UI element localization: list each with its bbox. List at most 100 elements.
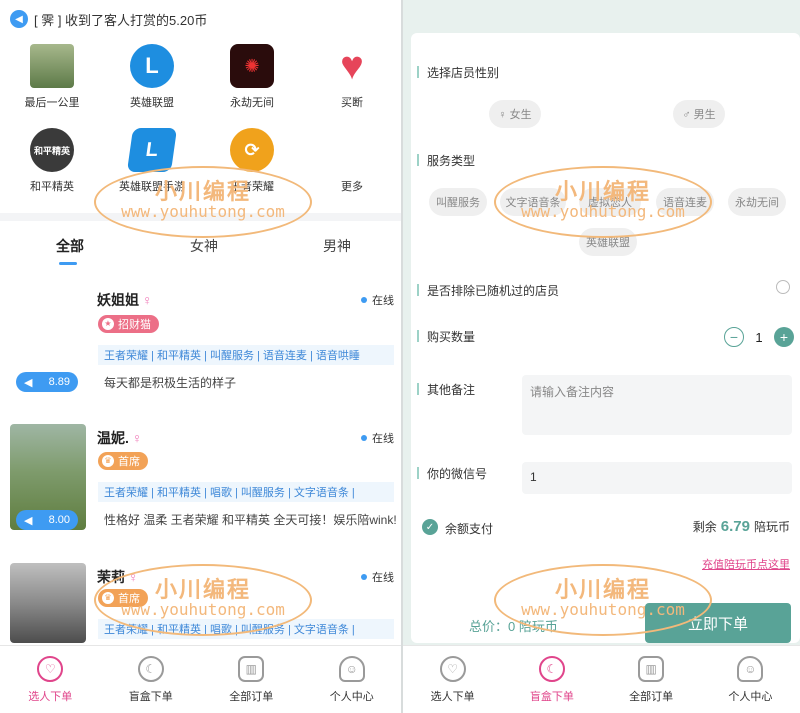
badge-text: 首席 (118, 593, 140, 605)
service-option[interactable]: 永劫无间 (728, 188, 786, 216)
game-label: 英雄联盟手游 (119, 181, 185, 193)
minus-icon[interactable]: − (724, 327, 744, 347)
service-option[interactable]: 虚拟恋人 (579, 188, 641, 216)
exclude-label: 是否排除已随机过的店员 (416, 284, 560, 298)
category-tabs: 全部 女神 男神 (0, 232, 402, 268)
game-label: 买断 (341, 97, 363, 109)
nav-profile[interactable]: ☺ 个人中心 (701, 646, 800, 713)
service-option[interactable]: 英雄联盟 (579, 228, 637, 256)
more-icon (330, 128, 374, 172)
nav-blindbox-order[interactable]: ☾ 盲盒下单 (502, 646, 601, 713)
list-item[interactable]: 茉莉 ♀ 在线 ♛ 首席 王者荣耀 | 和平精英 | 唱歌 | 叫醒服务 | 文字语… (0, 563, 402, 643)
quantity-stepper: − 1 + (724, 325, 794, 349)
recharge-link[interactable]: 充值陪玩币点这里 (702, 556, 790, 572)
wechat-label: 你的微信号 (416, 467, 488, 481)
balance-unit: 陪玩币 (753, 520, 790, 534)
game-item-last-km[interactable]: 最后一公里 (2, 44, 102, 110)
nav-profile[interactable]: ☺ 个人中心 (302, 646, 403, 713)
member-name-text: 温妮. (97, 430, 129, 446)
skill-tags: 王者荣耀 | 和平精英 | 唱歌 | 叫醒服务 | 文字语音条 | (98, 619, 394, 639)
voice-duration: 8.89 (48, 376, 70, 388)
nav-label: 个人中心 (728, 691, 773, 703)
voice-button[interactable]: ◀ 8.89 (16, 372, 78, 392)
game-item-hok[interactable]: ⟳ 王者荣耀 (202, 128, 302, 194)
female-icon: ♀ (131, 430, 143, 446)
status-text: 在线 (372, 433, 394, 445)
tab-all[interactable]: 全部 (56, 236, 84, 256)
bottom-nav: ♡ 选人下单 ☾ 盲盒下单 ▥ 全部订单 ☺ 个人中心 (0, 645, 402, 713)
member-name-text: 妖姐姐 (97, 292, 139, 308)
online-status: 在线 (361, 292, 394, 308)
avatar (10, 563, 86, 643)
nav-all-orders[interactable]: ▥ 全部订单 (201, 646, 302, 713)
nav-label: 选人下单 (430, 691, 475, 703)
notice-bar[interactable]: ◀ [ 霁 ] 收到了客人打赏的5.20币 (10, 8, 207, 30)
nav-pick-order[interactable]: ♡ 选人下单 (0, 646, 101, 713)
rank-badge: ★ 招财猫 (98, 315, 159, 333)
game-label: 更多 (341, 181, 363, 193)
lol-logo-icon: L (130, 44, 174, 88)
game-item-naraka[interactable]: ✺ 永劫无间 (202, 44, 302, 110)
female-icon: ♀ (128, 569, 139, 585)
moon-outline-icon: ☾ (538, 656, 565, 682)
game-label: 永劫无间 (230, 97, 274, 109)
exclude-radio[interactable] (776, 280, 790, 294)
service-option[interactable]: 叫醒服务 (429, 188, 487, 216)
plus-icon[interactable]: + (774, 327, 794, 347)
member-name: 温妮. ♀ (97, 428, 142, 448)
nav-label: 盲盒下单 (128, 691, 173, 703)
member-name-text: 茉莉 (97, 569, 125, 585)
member-name: 妖姐姐 ♀ (97, 290, 153, 310)
nav-label: 全部订单 (629, 691, 674, 703)
quantity-value[interactable]: 1 (744, 330, 774, 345)
remark-textarea[interactable]: 请输入备注内容 (522, 375, 792, 435)
heart-outline-icon: ♡ (439, 656, 466, 682)
gender-male-option[interactable]: ♂ 男生 (673, 100, 725, 128)
game-item-more[interactable]: 更多 (302, 128, 402, 194)
list-item[interactable]: ◀ 8.89 妖姐姐 ♀ 在线 ★ 招财猫 王者荣耀 | 和平精英 | 叫醒服务 |… (0, 290, 402, 405)
heart-outline-icon: ♡ (37, 656, 64, 682)
game-label: 英雄联盟 (130, 97, 174, 109)
wechat-input[interactable]: 1 (522, 462, 792, 494)
female-icon: ♀ (142, 292, 153, 308)
list-item[interactable]: ◀ 8.00 温妮. ♀ 在线 ♛ 首席 王者荣耀 | 和平精英 | 唱歌 | 叫醒… (0, 424, 402, 539)
remark-label: 其他备注 (416, 383, 476, 397)
game-item-lol[interactable]: L 英雄联盟 (102, 44, 202, 110)
game-item-pubg[interactable]: 和平精英 和平精英 (2, 128, 102, 194)
speaker-icon: ◀ (24, 376, 33, 389)
speaker-icon: ◀ (24, 514, 33, 527)
nav-pick-order[interactable]: ♡ 选人下单 (403, 646, 502, 713)
game-item-buyout[interactable]: ♥ 买断 (302, 44, 402, 110)
nav-label: 盲盒下单 (529, 691, 574, 703)
service-option[interactable]: 文字语音条 (500, 188, 566, 216)
nav-label: 全部订单 (229, 691, 274, 703)
photo-thumbnail (30, 44, 74, 88)
voice-button[interactable]: ◀ 8.00 (16, 510, 78, 530)
game-item-wild-rift[interactable]: L 英雄联盟手游 (102, 128, 202, 194)
heart-pulse-icon: ♥ (340, 43, 364, 88)
section-divider (0, 213, 402, 221)
game-label: 最后一公里 (24, 97, 80, 109)
honor-of-kings-icon: ⟳ (230, 128, 274, 172)
pubg-logo-icon: 和平精英 (30, 128, 74, 172)
member-description: 性格好 温柔 王者荣耀 和平精英 全天可接！娱乐陪wink! (104, 513, 397, 527)
service-option[interactable]: 语音连麦 (656, 188, 714, 216)
bottom-nav: ♡ 选人下单 ☾ 盲盒下单 ▥ 全部订单 ☺ 个人中心 (403, 645, 800, 713)
balance-prefix: 剩余 (692, 520, 717, 534)
user-outline-icon: ☺ (338, 656, 365, 682)
active-tab-indicator (59, 262, 77, 265)
game-label: 和平精英 (30, 181, 74, 193)
nav-all-orders[interactable]: ▥ 全部订单 (602, 646, 701, 713)
left-screen: ◀ [ 霁 ] 收到了客人打赏的5.20币 最后一公里 L 英雄联盟 ✺ 永劫无… (0, 0, 402, 713)
gender-female-option[interactable]: ♀ 女生 (489, 100, 541, 128)
checkmark-icon[interactable]: ✓ (422, 519, 438, 535)
submit-order-button[interactable]: 立即下单 (645, 603, 791, 643)
tab-god[interactable]: 男神 (323, 236, 351, 256)
nav-blindbox-order[interactable]: ☾ 盲盒下单 (101, 646, 202, 713)
member-description: 每天都是积极生活的样子 (104, 376, 237, 390)
game-label: 王者荣耀 (230, 181, 274, 193)
moon-outline-icon: ☾ (137, 656, 164, 682)
wild-rift-icon: L (126, 128, 178, 172)
tab-goddess[interactable]: 女神 (190, 236, 218, 256)
total-price: 总价：0 陪玩币 (469, 619, 558, 634)
